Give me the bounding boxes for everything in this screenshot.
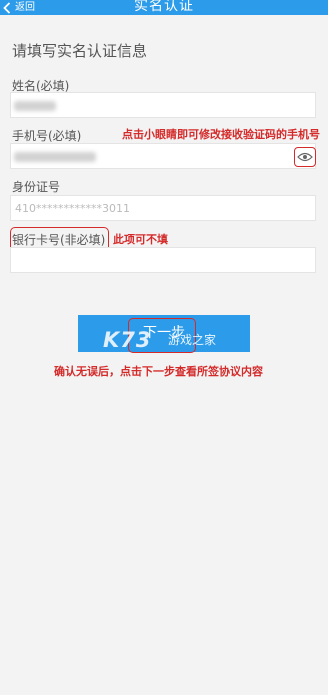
name-redaction <box>14 101 56 111</box>
page-title: 实名认证 <box>134 0 194 14</box>
confirm-hint-annotation: 确认无误后，点击下一步查看所签协议内容 <box>54 365 263 378</box>
phone-redaction <box>14 152 96 162</box>
bank-card-label: 银行卡号(非必填) <box>12 233 106 247</box>
phone-field[interactable] <box>10 143 323 169</box>
form-heading: 请填写实名认证信息 <box>12 42 148 60</box>
eye-hint-annotation: 点击小眼睛即可修改接收验证码的手机号 <box>122 128 320 141</box>
app-header: 返回 实名认证 <box>0 0 328 15</box>
id-card-input[interactable] <box>11 196 323 220</box>
id-card-field[interactable] <box>10 195 323 221</box>
phone-label: 手机号(必填) <box>12 129 82 143</box>
bank-card-field[interactable] <box>10 247 323 273</box>
watermark-logo: K73 <box>103 328 152 352</box>
name-input[interactable] <box>11 93 323 117</box>
eye-icon[interactable] <box>294 147 316 167</box>
id-card-label: 身份证号 <box>12 180 61 194</box>
watermark-text: 游戏之家 <box>168 333 217 347</box>
optional-hint-annotation: 此项可不填 <box>113 233 168 246</box>
name-field[interactable] <box>10 92 323 118</box>
bank-card-input[interactable] <box>11 248 323 272</box>
